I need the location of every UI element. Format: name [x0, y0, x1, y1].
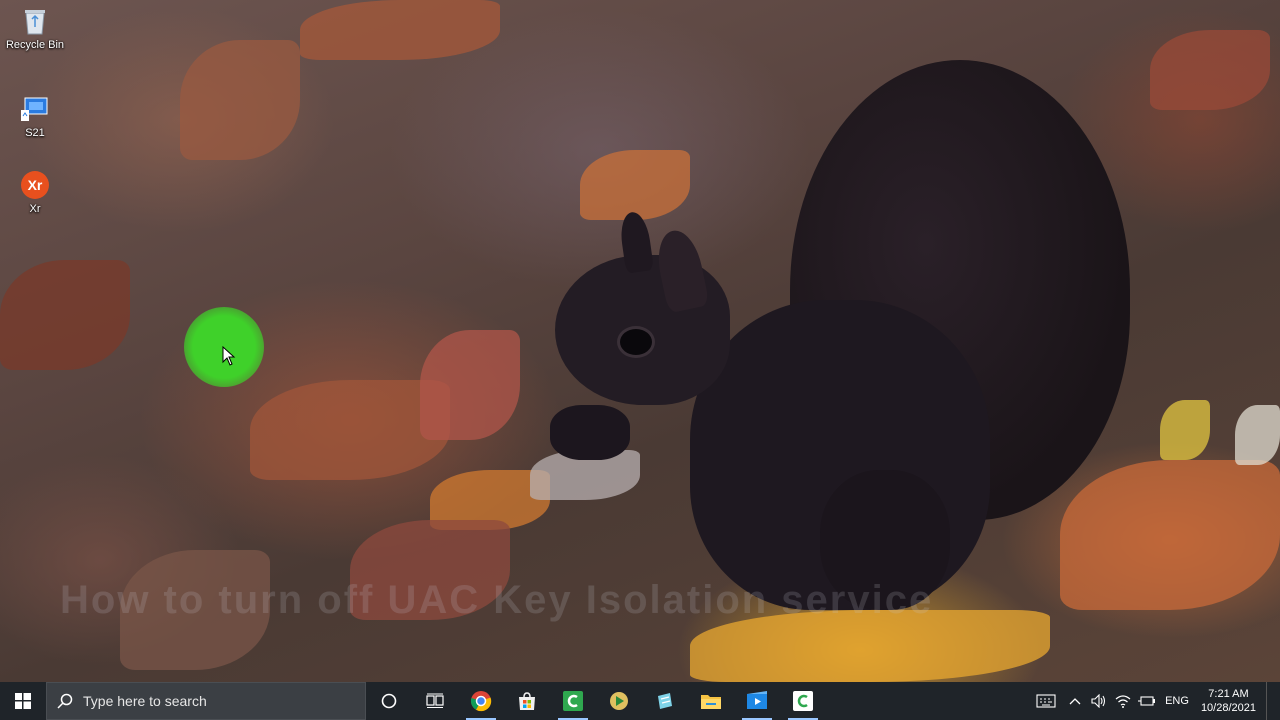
speaker-volume-icon: [1091, 694, 1106, 708]
battery-button[interactable]: [1135, 682, 1159, 720]
windows-logo-icon: [15, 693, 31, 709]
search-placeholder: Type here to search: [83, 693, 207, 709]
task-view-button[interactable]: [412, 682, 458, 720]
desktop-icon-xr[interactable]: Xr Xr: [0, 170, 70, 215]
battery-plug-icon: [1138, 696, 1156, 706]
system-tray: ENG 7:21 AM 10/28/2021: [1029, 682, 1280, 720]
wallpaper-leaf: [180, 40, 300, 160]
taskbar-app-chrome[interactable]: [458, 682, 504, 720]
chevron-up-icon: [1069, 698, 1081, 705]
camtasia-icon: [563, 691, 583, 711]
mouse-cursor-icon: [222, 346, 236, 366]
taskbar-app-store[interactable]: [504, 682, 550, 720]
media-player-icon: [610, 692, 628, 710]
taskbar-app-file-explorer[interactable]: [688, 682, 734, 720]
wallpaper-leaf: [580, 150, 690, 220]
file-explorer-icon: [701, 695, 721, 709]
wallpaper-leaf: [1150, 30, 1270, 110]
chrome-icon: [470, 691, 492, 712]
recycle-bin-icon: [20, 6, 50, 36]
wifi-icon: [1115, 695, 1131, 708]
start-button[interactable]: [0, 682, 46, 720]
microsoft-store-icon: [519, 692, 535, 710]
wallpaper-leaf: [420, 330, 520, 440]
s21-app-icon: [20, 94, 50, 124]
desktop-wallpaper: How to turn off UAC Key Isolation servic…: [0, 0, 1280, 682]
desktop-icon-recycle-bin[interactable]: Recycle Bin: [0, 6, 70, 51]
desktop-icon-label: S21: [25, 127, 45, 139]
video-watermark-text: How to turn off UAC Key Isolation servic…: [60, 578, 934, 622]
wallpaper-leaf: [300, 0, 500, 60]
video-app-icon: [747, 691, 767, 709]
wallpaper-leaf: [0, 260, 130, 370]
xr-app-icon: Xr: [20, 170, 50, 200]
taskbar-app-camtasia[interactable]: [550, 682, 596, 720]
wallpaper-leaf: [1060, 460, 1280, 610]
show-desktop-button[interactable]: [1266, 682, 1280, 720]
taskbar: Type here to search ENG 7:21 AM 10/28/20…: [0, 682, 1280, 720]
clock-date: 10/28/2021: [1200, 702, 1256, 714]
search-icon: [57, 693, 73, 709]
desktop-icon-label: Recycle Bin: [5, 39, 65, 51]
svg-text:Xr: Xr: [28, 177, 43, 193]
show-hidden-icons-button[interactable]: [1063, 682, 1087, 720]
network-button[interactable]: [1111, 682, 1135, 720]
desktop-icon-s21[interactable]: S21: [0, 94, 70, 139]
wallpaper-leaf: [1160, 400, 1210, 460]
squirrel-eye: [617, 326, 655, 358]
app-blue-icon: [658, 693, 672, 709]
input-language[interactable]: ENG: [1159, 695, 1195, 707]
volume-button[interactable]: [1087, 682, 1111, 720]
cortana-circle-icon: [381, 693, 397, 709]
wallpaper-leaf: [1235, 405, 1280, 465]
task-view-icon: [426, 693, 444, 708]
taskbar-app-media-player[interactable]: [596, 682, 642, 720]
keyboard-tray-button[interactable]: [1029, 682, 1063, 720]
desktop-icon-label: Xr: [29, 203, 41, 215]
taskbar-clock[interactable]: 7:21 AM 10/28/2021: [1195, 687, 1266, 715]
taskbar-app-video[interactable]: [734, 682, 780, 720]
cortana-button[interactable]: [366, 682, 412, 720]
touch-keyboard-icon: [1036, 694, 1056, 708]
taskbar-app-camtasia-recorder[interactable]: [780, 682, 826, 720]
taskbar-app-blue[interactable]: [642, 682, 688, 720]
camtasia-recorder-icon: [793, 691, 813, 711]
squirrel-paws: [550, 405, 630, 460]
clock-time: 7:21 AM: [1208, 688, 1249, 700]
taskbar-search-box[interactable]: Type here to search: [46, 682, 366, 720]
